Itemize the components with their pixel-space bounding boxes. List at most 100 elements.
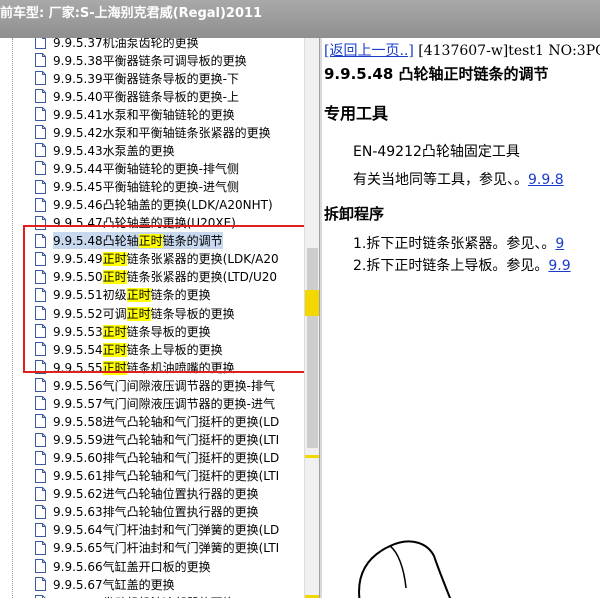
- equivalent-tools-text: 有关当地同等工具，参见、。: [353, 172, 528, 188]
- search-highlight: 正时: [138, 234, 163, 249]
- tree-item[interactable]: 9.9.5.62进气凸轮轴位置执行器的更换: [35, 485, 304, 503]
- tree-item-number: 9.9.5.49: [53, 252, 103, 267]
- step-text: 2.拆下正时链条上导板。参见。: [353, 258, 549, 274]
- toc-tree-panel[interactable]: 9.9.5.37机油泵齿轮的更换 9.9.5.38平衡器链条可调导板的更换 9.9.…: [0, 38, 304, 598]
- tree-item[interactable]: 9.9.5.48凸轮轴正时链条的调节: [35, 232, 304, 250]
- tree-item[interactable]: 9.9.5.47凸轮轴盖的更换(U20XE): [35, 214, 304, 232]
- tree-item-text: 链条上导板的更换: [126, 342, 223, 357]
- tree-item-text: 进气凸轮轴和气门挺杆的更换(LD: [102, 414, 280, 429]
- tree-item-text: 气缸盖开口板的更换: [102, 559, 211, 574]
- tree-item-text: 凸轮轴盖的更换(U20XE): [102, 216, 236, 231]
- tree-item[interactable]: 9.9.5.55正时链条机油喷嘴的更换: [35, 358, 304, 376]
- procedure-step-2: 2.拆下正时链条上导板。参见。9.9: [353, 255, 571, 275]
- tree-item[interactable]: 9.9.5.65气门杆油封和气门弹簧的更换(LTI: [35, 539, 304, 557]
- tree-item-text: 链条的调节: [162, 234, 223, 249]
- tree-item-number: 9.9.5.44: [53, 161, 103, 176]
- equivalent-tools-link[interactable]: 9.9.8: [528, 172, 564, 188]
- back-link[interactable]: [返回上一页..]: [324, 43, 414, 59]
- tree-item[interactable]: 9.9.5.58进气凸轮轴和气门挺杆的更换(LD: [35, 412, 304, 430]
- tree-item-text: 水泵和平衡轴链轮的更换: [102, 107, 235, 122]
- tree-item-number: 9.9.5.52: [53, 306, 103, 321]
- tree-item-label: 9.9.5.41水泵和平衡轴链轮的更换: [53, 106, 235, 123]
- tree-item-number: 9.9.5.60: [53, 451, 103, 466]
- tree-item[interactable]: 9.9.5.42水泵和平衡轴链条张紧器的更换: [35, 123, 304, 141]
- tree-item-text: 平衡轴链轮的更换-排气侧: [102, 161, 239, 176]
- tree-item[interactable]: 9.9.5.51初级正时链条的更换: [35, 286, 304, 304]
- breadcrumb: [返回上一页..] [4137607-w]test1 NO:3PC: [324, 40, 600, 60]
- tree-item[interactable]: 9.9.5.50正时链条张紧器的更换(LTD/U20: [35, 268, 304, 286]
- tree-item[interactable]: 9.9.5.37机油泵齿轮的更换: [35, 38, 304, 51]
- search-highlight: 正时: [126, 306, 151, 321]
- tree-item-label: 9.9.5.37机油泵齿轮的更换: [53, 38, 199, 51]
- tree-item-label: 9.9.5.53正时链条导板的更换: [53, 323, 211, 340]
- page-title: 9.9.5.48 凸轮轴正时链条的调节: [324, 65, 549, 83]
- tree-item-text: 链条的更换: [150, 288, 211, 303]
- tree-item-text: 气门杆油封和气门弹簧的更换(LTI: [102, 541, 280, 556]
- tree-item[interactable]: 9.9.5.46凸轮轴盖的更换(LDK/A20NHT): [35, 196, 304, 214]
- search-highlight: 正时: [102, 270, 127, 285]
- tree-item-label: 9.9.5.54正时链条上导板的更换: [53, 341, 223, 358]
- document-icon: [35, 360, 46, 375]
- tree-item[interactable]: 9.9.5.59进气凸轮轴和气门挺杆的更换(LTI: [35, 431, 304, 449]
- tree-item-number: 9.9.5.40: [53, 89, 103, 104]
- tree-item[interactable]: 9.9.5.60排气凸轮轴和气门挺杆的更换(LD: [35, 449, 304, 467]
- tree-item-number: 9.9.5.45: [53, 180, 103, 195]
- document-icon: [35, 215, 46, 230]
- tree-item-label: 9.9.5.38平衡器链条可调导板的更换: [53, 52, 247, 69]
- tree-item[interactable]: 9.9.5.49正时链条张紧器的更换(LDK/A20: [35, 250, 304, 268]
- document-icon: [35, 53, 46, 68]
- tree-item[interactable]: 9.9.5.53正时链条导板的更换: [35, 322, 304, 340]
- tree-item[interactable]: 9.9.5.40平衡器链条导板的更换-上: [35, 87, 304, 105]
- tree-item[interactable]: 9.9.5.41水泵和平衡轴链轮的更换: [35, 105, 304, 123]
- procedure-step-1: 1.拆下正时链条张紧器。参见、。9: [353, 233, 564, 253]
- tree-item[interactable]: 9.9.5.39平衡器链条导板的更换-下: [35, 69, 304, 87]
- step-link[interactable]: 9.9: [548, 258, 570, 274]
- tree-item[interactable]: 9.9.5.56气门间隙液压调节器的更换-排气: [35, 376, 304, 394]
- window-title: 前车型: 厂家:S-上海别克君威(Regal)2011: [0, 6, 263, 21]
- document-icon: [35, 540, 46, 555]
- document-icon: [35, 161, 46, 176]
- tree-item[interactable]: 9.9.5.52可调正时链条导板的更换: [35, 304, 304, 322]
- tree-item-number: 9.9.5.58: [53, 414, 103, 429]
- document-icon: [35, 342, 46, 357]
- tree-item[interactable]: 9.9.5.38平衡器链条可调导板的更换: [35, 51, 304, 69]
- tree-item-label: 9.9.5.51初级正时链条的更换: [53, 286, 211, 303]
- tree-item-number: 9.9.5.59: [53, 433, 103, 448]
- scrollbar-thumb[interactable]: [307, 248, 318, 448]
- tree-item-number: 9.9.5.66: [53, 559, 103, 574]
- tree-item[interactable]: 9.9.5.64气门杆油封和气门弹簧的更换(LD: [35, 521, 304, 539]
- document-icon: [35, 38, 46, 49]
- tree-item[interactable]: 9.9.5.54正时链条上导板的更换: [35, 340, 304, 358]
- tree-item[interactable]: 9.9.5.63排气凸轮轴位置执行器的更换: [35, 503, 304, 521]
- tree-item-number: 9.9.5.64: [53, 523, 103, 538]
- procedure-illustration: [358, 540, 452, 598]
- step-link[interactable]: 9: [555, 236, 564, 252]
- tree-item-number: 9.9.5.47: [53, 216, 103, 231]
- tree-item[interactable]: 9.9.5.67气缸盖的更换: [35, 575, 304, 593]
- removal-procedure-heading: 拆卸程序: [324, 205, 385, 223]
- document-icon: [35, 125, 46, 140]
- document-icon: [35, 559, 46, 574]
- document-icon: [35, 324, 46, 339]
- document-icon: [35, 143, 46, 158]
- tree-item[interactable]: 9.9.5.43水泵盖的更换: [35, 141, 304, 159]
- document-icon: [35, 486, 46, 501]
- document-icon: [35, 450, 46, 465]
- special-tools-heading: 专用工具: [324, 104, 389, 123]
- tree-item-number: 9.9.5.38: [53, 53, 103, 68]
- tree-vertical-scrollbar[interactable]: [304, 38, 320, 598]
- document-icon: [35, 107, 46, 122]
- tree-item-text: 气门间隙液压调节器的更换-排气: [102, 378, 275, 393]
- tree-item-text: 排气凸轮轴位置执行器的更换: [102, 505, 259, 520]
- tree-item[interactable]: 9.9.5.45平衡轴链轮的更换-进气侧: [35, 178, 304, 196]
- tool-item: EN-49212凸轮轴固定工具: [353, 144, 520, 160]
- search-highlight: 正时: [102, 324, 127, 339]
- tree-item[interactable]: 9.9.5.68发动机机油冷却器的更换: [35, 593, 304, 598]
- tree-item[interactable]: 9.9.5.44平衡轴链轮的更换-排气侧: [35, 159, 304, 177]
- tree-item[interactable]: 9.9.5.57气门间隙液压调节器的更换-进气: [35, 394, 304, 412]
- tree-item-label: 9.9.5.63排气凸轮轴位置执行器的更换: [53, 503, 259, 520]
- tree-item-label: 9.9.5.64气门杆油封和气门弹簧的更换(LD: [53, 521, 279, 538]
- tree-item[interactable]: 9.9.5.61排气凸轮轴和气门挺杆的更换(LTI: [35, 467, 304, 485]
- tree-item-number: 9.9.5.41: [53, 107, 103, 122]
- tree-item[interactable]: 9.9.5.66气缸盖开口板的更换: [35, 557, 304, 575]
